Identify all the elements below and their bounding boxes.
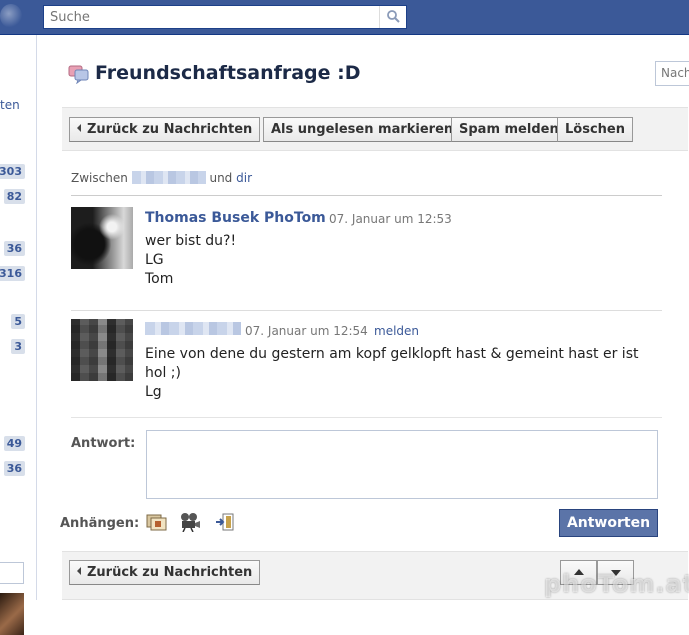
attach-photo-icon[interactable] xyxy=(146,512,168,532)
back-to-messages-button[interactable]: Zurück zu Nachrichten xyxy=(69,560,261,585)
reply-send-button[interactable]: Antworten xyxy=(559,509,658,537)
search-button[interactable] xyxy=(379,6,406,28)
attach-label: Anhängen: xyxy=(60,516,140,531)
back-to-messages-button[interactable]: Zurück zu Nachrichten xyxy=(69,117,261,142)
search-input[interactable] xyxy=(44,6,380,28)
message-timestamp: 07. Januar um 12:54 xyxy=(245,324,368,338)
report-link[interactable]: melden xyxy=(374,324,419,338)
back-arrow-icon xyxy=(77,124,81,132)
sidebar-count: 49 xyxy=(3,436,25,451)
sidebar-photo[interactable] xyxy=(0,593,24,635)
sidebar-count: 3 xyxy=(11,339,25,354)
back-label: Zurück zu Nachrichten xyxy=(87,565,253,580)
message-text: Lg xyxy=(145,384,162,400)
search-box xyxy=(43,5,407,29)
sidebar-input[interactable] xyxy=(0,562,24,584)
sidebar-count: 36 xyxy=(3,461,25,476)
messages-icon xyxy=(68,65,89,84)
page-title: Freundschaftsanfrage :D xyxy=(95,62,361,84)
divider xyxy=(71,310,662,311)
attach-video-icon[interactable] xyxy=(179,512,201,532)
avatar[interactable] xyxy=(71,319,133,381)
top-bar xyxy=(0,0,689,35)
message-text: Eine von dene du gestern am kopf gelklop… xyxy=(145,346,639,362)
message-text: hol ;) xyxy=(145,365,181,381)
divider xyxy=(71,417,662,418)
message-text: LG xyxy=(145,252,164,268)
search-messages-input[interactable]: Nach xyxy=(655,61,689,86)
back-arrow-icon xyxy=(77,567,81,575)
sidebar-count: 82 xyxy=(3,189,25,204)
sidebar-count: 316 xyxy=(0,266,25,281)
sidebar-count: 303 xyxy=(0,164,25,179)
globe-icon[interactable] xyxy=(0,4,22,28)
search-icon xyxy=(387,10,400,23)
back-label: Zurück zu Nachrichten xyxy=(87,122,253,137)
attach-link-icon[interactable] xyxy=(214,512,236,532)
sidebar-count: 36 xyxy=(3,241,25,256)
reply-textarea[interactable] xyxy=(146,430,658,499)
divider xyxy=(71,195,662,196)
redacted-name xyxy=(131,171,206,184)
participants-line: Zwischen und dir xyxy=(71,171,252,185)
participants-joiner: und xyxy=(209,171,233,185)
watermark: phoTom.at xyxy=(544,570,689,598)
message-text: Tom xyxy=(145,271,174,287)
left-sidebar: ten 303 82 36 316 5 3 49 36 xyxy=(0,35,37,635)
report-spam-button[interactable]: Spam melden xyxy=(451,117,567,142)
message-timestamp: 07. Januar um 12:53 xyxy=(329,212,452,226)
sidebar-count: 5 xyxy=(11,314,25,329)
message-text: wer bist du?! xyxy=(145,233,237,249)
participants-prefix: Zwischen xyxy=(71,171,128,185)
avatar[interactable] xyxy=(71,207,133,269)
message-author[interactable]: Thomas Busek PhoTom xyxy=(145,210,326,226)
message-toolbar: Zurück zu Nachrichten Als ungelesen mark… xyxy=(62,107,688,151)
delete-button[interactable]: Löschen xyxy=(557,117,633,142)
mark-unread-button[interactable]: Als ungelesen markieren xyxy=(263,117,462,142)
redacted-author[interactable] xyxy=(145,322,241,335)
sidebar-link[interactable]: ten xyxy=(0,98,20,112)
participants-self-link[interactable]: dir xyxy=(236,171,252,185)
reply-label: Antwort: xyxy=(71,436,136,451)
